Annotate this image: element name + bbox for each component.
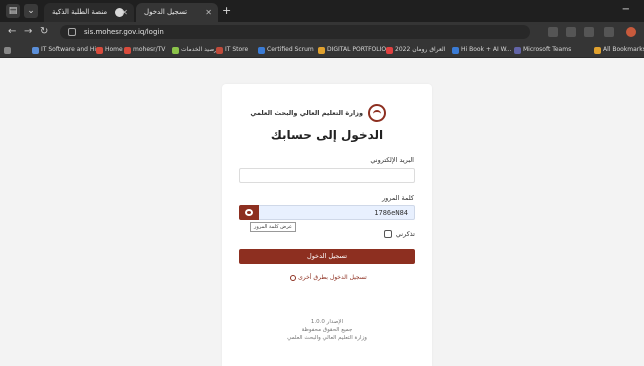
eye-icon (245, 209, 253, 216)
alt-login-link[interactable]: تسجيل الدخول بطرق أخرى (222, 274, 432, 281)
password-field[interactable]: 1786eN84 (239, 205, 415, 220)
bookmark-item[interactable]: Certified Scrum (258, 45, 314, 55)
browser-tabstrip: ▤ ⌄ منصة الطلبة الذكية ✕ تسجيل الدخول ✕ … (0, 0, 644, 22)
ministry-logo-icon (368, 104, 386, 122)
remember-label: تذكرني (395, 230, 415, 238)
close-icon[interactable]: ✕ (121, 3, 128, 22)
tab-student-platform[interactable]: منصة الطلبة الذكية ✕ (44, 3, 134, 22)
ministry-brand: وزارة التعليم العالي والبحث العلمي (250, 104, 386, 122)
bookmark-item[interactable]: Microsoft Teams (514, 45, 571, 55)
bookmark-item[interactable]: العراق رومان 2022 (386, 45, 445, 55)
minimize-button[interactable]: − (622, 4, 630, 15)
address-bar-url: sis.mohesr.gov.iq/login (84, 28, 164, 36)
close-icon[interactable]: ✕ (205, 3, 212, 22)
profile-avatar-icon[interactable] (626, 27, 636, 37)
bookmark-item[interactable]: IT Software and Hir... (32, 45, 104, 55)
tab-title: تسجيل الدخول (144, 8, 188, 16)
bookmark-item[interactable]: mohesr/TV (124, 45, 165, 55)
window-menu-icon[interactable]: ▤ (6, 4, 20, 18)
bookmark-item[interactable]: Hi Book + AI W... (452, 45, 512, 55)
show-password-tooltip: عرض كلمة المرور (250, 222, 296, 232)
translate-icon[interactable] (548, 27, 558, 37)
password-label: كلمة المرور (382, 194, 414, 202)
footer-line: وزارة التعليم العالي والبحث العلمي (287, 335, 367, 341)
address-bar[interactable]: sis.mohesr.gov.iq/login (60, 25, 530, 39)
bookmark-item[interactable]: All Bookmarks (594, 45, 644, 55)
bookmarks-bar: IT Software and Hir... Home mohesr/TV رص… (0, 42, 644, 58)
alt-login-label: تسجيل الدخول بطرق أخرى (298, 274, 367, 281)
browser-toolbar: ← → ↻ sis.mohesr.gov.iq/login (0, 22, 644, 42)
tab-login[interactable]: تسجيل الدخول ✕ (136, 3, 218, 22)
apps-grid-icon[interactable] (4, 45, 13, 55)
footer-line: الإصدار 1.0.0 (310, 319, 344, 325)
footer-line: جميع الحقوق محفوظة (301, 327, 353, 333)
extensions-icon[interactable] (604, 27, 614, 37)
page-title: الدخول إلى حسابك (270, 128, 384, 142)
forward-arrow-icon[interactable]: → (24, 26, 32, 38)
bookmark-star-icon[interactable] (584, 27, 594, 37)
footer: الإصدار 1.0.0 جميع الحقوق محفوظة وزارة ا… (222, 318, 432, 342)
info-icon (290, 274, 297, 281)
bookmark-item[interactable]: رصيد الخدمات (172, 45, 217, 55)
tab-title: منصة الطلبة الذكية (52, 8, 108, 16)
password-value: 1786eN84 (374, 209, 408, 217)
ministry-name: وزارة التعليم العالي والبحث العلمي (250, 109, 363, 117)
login-button[interactable]: تسجيل الدخول (239, 249, 415, 264)
back-arrow-icon[interactable]: ← (8, 26, 16, 38)
show-password-button[interactable] (239, 205, 259, 220)
bookmark-item[interactable]: Home (96, 45, 123, 55)
remember-me[interactable]: تذكرني (383, 230, 415, 238)
password-key-icon[interactable] (566, 27, 576, 37)
reload-icon[interactable]: ↻ (40, 26, 48, 38)
site-info-icon[interactable] (68, 28, 76, 36)
remember-checkbox[interactable] (383, 230, 392, 238)
email-label: البريد الإلكتروني (370, 156, 414, 164)
tab-search-icon[interactable]: ⌄ (24, 4, 38, 18)
email-field[interactable] (239, 168, 415, 183)
new-tab-button[interactable]: + (222, 3, 231, 19)
login-card: وزارة التعليم العالي والبحث العلمي الدخو… (222, 84, 432, 366)
bookmark-item[interactable]: DIGITAL PORTFOLIO (318, 45, 386, 55)
bookmark-item[interactable]: IT Store (216, 45, 248, 55)
